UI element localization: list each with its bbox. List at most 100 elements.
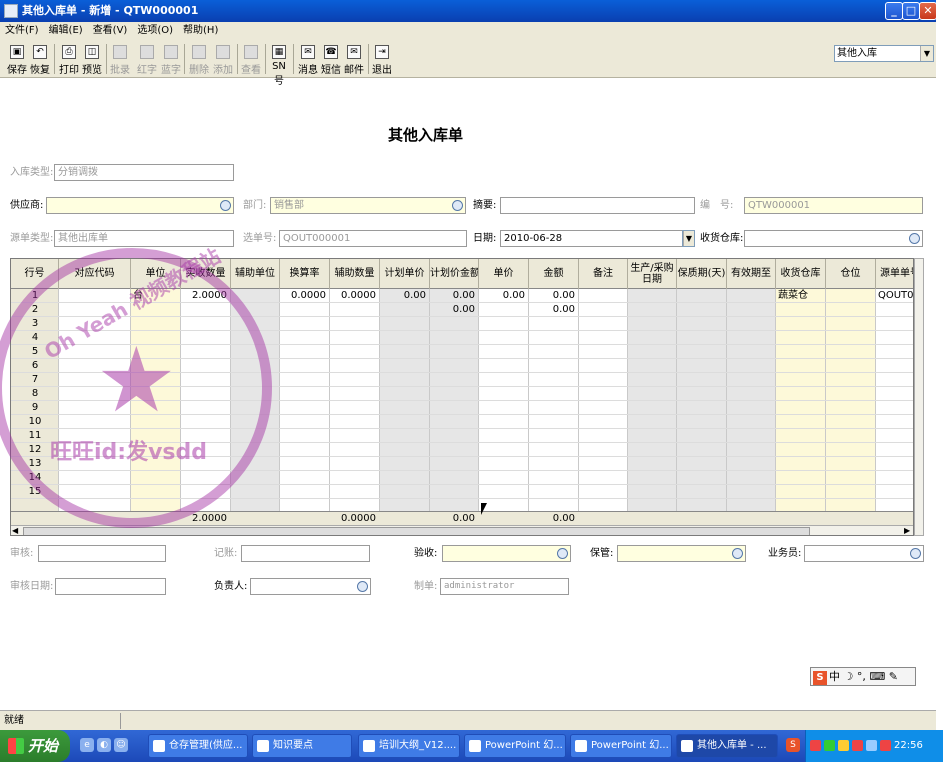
- preview-button[interactable]: ◫ 预览: [81, 43, 103, 77]
- cell-rate[interactable]: 0.0000: [280, 289, 330, 303]
- task-item[interactable]: 仓存管理(供应...: [148, 734, 248, 758]
- col-header[interactable]: 换算率: [280, 259, 330, 289]
- col-header[interactable]: 行号: [11, 259, 59, 289]
- cell-aux-qty[interactable]: 0.0000: [330, 289, 380, 303]
- scroll-right-icon[interactable]: ▶: [904, 526, 910, 535]
- table-row[interactable]: 6: [11, 359, 913, 373]
- volume-icon[interactable]: [866, 740, 877, 751]
- table-row[interactable]: 9: [11, 401, 913, 415]
- col-header[interactable]: 仓位: [826, 259, 876, 289]
- lookup-icon[interactable]: [910, 548, 921, 559]
- table-row[interactable]: 5: [11, 345, 913, 359]
- scroll-thumb[interactable]: [23, 527, 810, 535]
- table-row[interactable]: 13: [11, 457, 913, 471]
- delete-button[interactable]: 删除: [188, 43, 210, 77]
- menu-edit[interactable]: 编辑(E): [44, 22, 88, 40]
- task-item[interactable]: PowerPoint 幻...: [464, 734, 566, 758]
- col-header[interactable]: 备注: [579, 259, 628, 289]
- tray-icon[interactable]: [880, 740, 891, 751]
- date-field[interactable]: 2010-06-28 ▼: [500, 230, 695, 247]
- minimize-button[interactable]: _: [885, 2, 903, 20]
- sogou-tray-icon[interactable]: S: [786, 738, 800, 752]
- task-item[interactable]: 知识要点: [252, 734, 352, 758]
- supplier-field[interactable]: [46, 197, 234, 214]
- col-header[interactable]: 实收数量: [181, 259, 231, 289]
- col-header[interactable]: 收货仓库: [776, 259, 826, 289]
- table-row[interactable]: 3: [11, 317, 913, 331]
- sn-button[interactable]: ▦ SN号: [268, 43, 290, 87]
- dept-field[interactable]: 销售部: [270, 197, 466, 214]
- tray-icon[interactable]: [852, 740, 863, 751]
- maximize-button[interactable]: □: [902, 2, 920, 20]
- table-row[interactable]: 4: [11, 331, 913, 345]
- menu-help[interactable]: 帮助(H): [178, 22, 223, 40]
- task-item[interactable]: 培训大纲_V12....: [358, 734, 460, 758]
- table-row[interactable]: 1 台 2.0000 0.0000 0.0000 0.00 0.00 0.00 0.00 蔬菜仓 Q…: [11, 289, 913, 303]
- mail-button[interactable]: ✉ 邮件: [343, 43, 365, 77]
- col-header[interactable]: 对应代码: [59, 259, 131, 289]
- horizontal-scrollbar[interactable]: ◀ ▶: [11, 525, 913, 535]
- col-header[interactable]: 单价: [479, 259, 529, 289]
- lookup-icon[interactable]: [452, 200, 463, 211]
- blue-text-button[interactable]: 蓝字: [160, 43, 182, 77]
- menu-view[interactable]: 查看(V): [88, 22, 133, 40]
- menu-options[interactable]: 选项(O): [132, 22, 178, 40]
- lookup-icon[interactable]: [357, 581, 368, 592]
- tray-icon[interactable]: [810, 740, 821, 751]
- exit-button[interactable]: ⇥ 退出: [371, 43, 393, 77]
- table-row[interactable]: 15: [11, 485, 913, 499]
- col-header[interactable]: 金额: [529, 259, 579, 289]
- col-header[interactable]: 源单单号: [876, 259, 913, 289]
- audit-field[interactable]: [38, 545, 166, 562]
- batch-button[interactable]: 批录: [109, 43, 131, 77]
- save-button[interactable]: ▣ 保存: [6, 43, 28, 77]
- table-row[interactable]: 8: [11, 387, 913, 401]
- close-button[interactable]: ✕: [919, 2, 937, 20]
- chevron-down-icon[interactable]: ▼: [920, 46, 933, 61]
- vertical-scrollbar[interactable]: [914, 258, 924, 536]
- number-field[interactable]: QTW000001: [744, 197, 923, 214]
- lookup-icon[interactable]: [909, 233, 920, 244]
- cell-src-no[interactable]: QOUT00000: [876, 289, 913, 303]
- keeper-field[interactable]: [617, 545, 746, 562]
- table-row[interactable]: 7: [11, 373, 913, 387]
- col-header[interactable]: 计划单价: [380, 259, 430, 289]
- bill-type-combo[interactable]: 其他入库 ▼: [834, 45, 934, 62]
- cell-price[interactable]: 0.00: [479, 289, 529, 303]
- post-field[interactable]: [241, 545, 370, 562]
- cell-plan-price[interactable]: 0.00: [380, 289, 430, 303]
- restore-button[interactable]: ↶ 恢复: [29, 43, 51, 77]
- col-header[interactable]: 有效期至: [727, 259, 776, 289]
- col-header[interactable]: 辅助数量: [330, 259, 380, 289]
- task-item[interactable]: PowerPoint 幻...: [570, 734, 672, 758]
- lookup-icon[interactable]: [557, 548, 568, 559]
- cell-warehouse[interactable]: 蔬菜仓: [776, 289, 826, 303]
- col-header[interactable]: 计划价金额: [430, 259, 479, 289]
- warehouse-field[interactable]: [744, 230, 923, 247]
- table-row[interactable]: 11: [11, 429, 913, 443]
- add-button[interactable]: 添加: [212, 43, 234, 77]
- quicklaunch-explorer-icon[interactable]: ◐: [97, 738, 111, 752]
- lookup-icon[interactable]: [732, 548, 743, 559]
- table-row[interactable]: 2 0.00 0.00: [11, 303, 913, 317]
- src-type-field[interactable]: 其他出库单: [54, 230, 234, 247]
- cell-plan-amount[interactable]: 0.00: [430, 289, 479, 303]
- in-type-field[interactable]: 分销调拨: [54, 164, 234, 181]
- cell-qty[interactable]: 2.0000: [181, 289, 231, 303]
- col-header[interactable]: 辅助单位: [231, 259, 280, 289]
- red-text-button[interactable]: 红字: [136, 43, 158, 77]
- maker-field[interactable]: administrator: [440, 578, 569, 595]
- col-header[interactable]: 生产/采购日期: [628, 259, 677, 289]
- quicklaunch-ie-icon[interactable]: e: [80, 738, 94, 752]
- lookup-icon[interactable]: [220, 200, 231, 211]
- owner-field[interactable]: [250, 578, 371, 595]
- sms-button[interactable]: ☎ 短信: [320, 43, 342, 77]
- menu-file[interactable]: 文件(F): [0, 22, 44, 40]
- tray-icon[interactable]: [838, 740, 849, 751]
- start-button[interactable]: 开始: [0, 730, 70, 762]
- message-button[interactable]: ✉ 消息: [297, 43, 319, 77]
- sel-no-field[interactable]: QOUT000001: [279, 230, 467, 247]
- sales-field[interactable]: [804, 545, 924, 562]
- scroll-left-icon[interactable]: ◀: [12, 526, 18, 535]
- print-button[interactable]: ⎙ 打印: [58, 43, 80, 77]
